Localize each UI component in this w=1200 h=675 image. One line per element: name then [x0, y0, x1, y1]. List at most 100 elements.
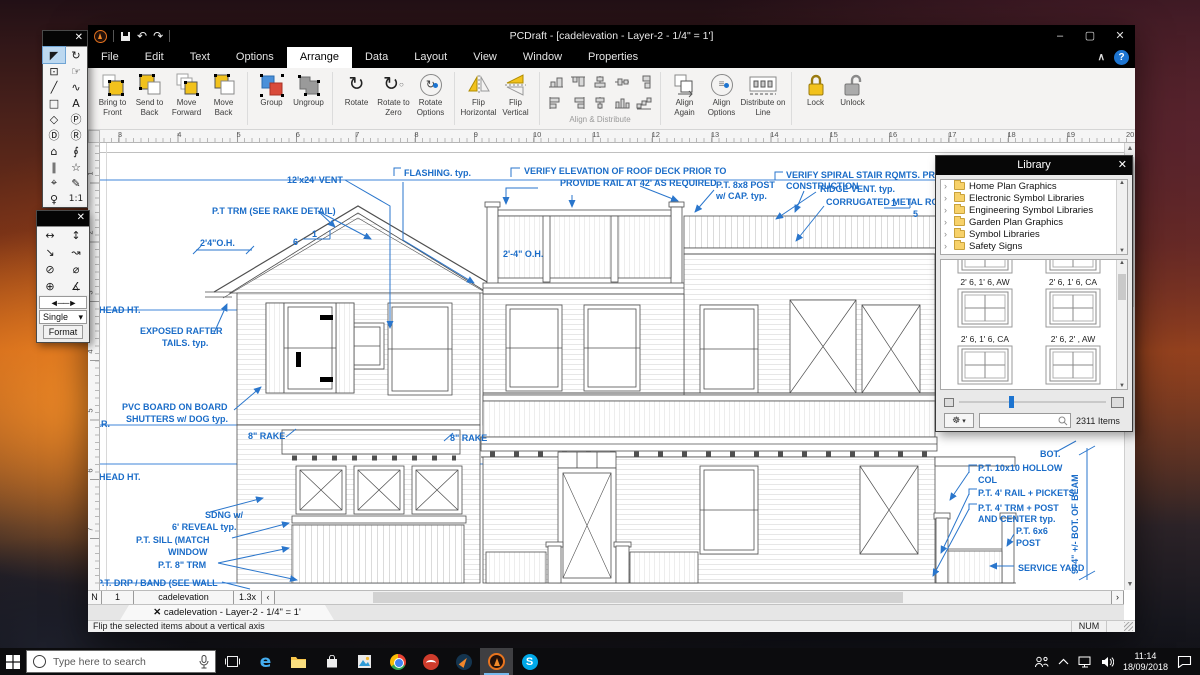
align-center-column-icon[interactable] [589, 92, 611, 113]
large-thumbnails-icon[interactable] [1111, 396, 1124, 408]
photos-app-icon[interactable] [348, 648, 381, 675]
people-icon[interactable] [1034, 656, 1049, 668]
menu-text[interactable]: Text [177, 47, 223, 68]
chevron-right-icon[interactable]: › [944, 229, 950, 239]
library-title-bar[interactable]: Library ✕ [936, 156, 1132, 175]
menu-view[interactable]: View [460, 47, 510, 68]
network-icon[interactable] [1078, 656, 1092, 668]
menu-arrange[interactable]: Arrange [286, 47, 352, 68]
line-tool-icon[interactable]: ╱ [43, 79, 65, 95]
bring-to-front-button[interactable]: Bring to Front [94, 71, 131, 129]
center-dimension-tool-icon[interactable]: ⊕ [37, 278, 63, 295]
store-icon[interactable] [315, 648, 348, 675]
rotate-to-zero-button[interactable]: ↻ ○ Rotate to Zero [375, 71, 412, 129]
thumb-scroll-thumb[interactable] [1118, 274, 1126, 300]
palette-title-bar[interactable]: ✕ [37, 211, 89, 226]
align-center-vertical-icon[interactable] [589, 71, 611, 92]
pane-n-button[interactable]: N [88, 591, 102, 604]
menu-layout[interactable]: Layout [401, 47, 460, 68]
maps-app-icon[interactable] [447, 648, 480, 675]
app-icon-red[interactable] [414, 648, 447, 675]
scroll-down-icon[interactable]: ▼ [1117, 383, 1127, 389]
irregular-polygon-tool-icon[interactable]: ⌂ [43, 143, 65, 159]
close-button[interactable]: ✕ [1105, 25, 1135, 47]
parallel-polygon-tool-icon[interactable]: Ⓟ [65, 111, 87, 127]
library-thumbnail[interactable]: 2' 6, 1' 6, CA [957, 288, 1013, 345]
save-icon[interactable] [120, 31, 131, 42]
scroll-right-icon[interactable]: › [1111, 591, 1124, 604]
menu-options[interactable]: Options [223, 47, 287, 68]
align-stack-icon[interactable] [633, 71, 655, 92]
dimension-line-tool[interactable]: ◄──► [39, 296, 87, 309]
center-mark-tool-icon[interactable]: ⌖ [43, 175, 65, 191]
align-again-button[interactable]: Align Again [666, 71, 703, 129]
menu-properties[interactable]: Properties [575, 47, 651, 68]
align-top-icon[interactable] [567, 71, 589, 92]
lock-button[interactable]: Lock [797, 71, 834, 129]
chevron-right-icon[interactable]: › [944, 193, 950, 203]
library-search-input[interactable] [979, 413, 1071, 428]
sheet-tab[interactable]: ✕ cadelevation - Layer-2 - 1/4" = 1' [120, 605, 334, 620]
file-explorer-icon[interactable] [282, 648, 315, 675]
horizontal-dimension-tool-icon[interactable]: ↔ [37, 227, 63, 244]
chevron-right-icon[interactable]: › [944, 181, 950, 191]
plumb-tool-icon[interactable]: ♀ [43, 191, 65, 207]
eyedropper-tool-icon[interactable]: ✎ [65, 175, 87, 191]
chevron-right-icon[interactable]: › [944, 205, 950, 215]
align-center-horizontal-icon[interactable] [611, 71, 633, 92]
scroll-left-icon[interactable]: ‹ [262, 591, 275, 604]
thumbnail-size-slider[interactable] [959, 396, 1106, 408]
rounded-rect-tool-icon[interactable]: Ⓡ [65, 127, 87, 143]
slider-thumb[interactable] [1008, 396, 1014, 408]
format-button[interactable]: Format [43, 325, 83, 339]
library-thumbnail[interactable] [1045, 345, 1101, 389]
library-folder-safety-signs[interactable]: › Safety Signs [941, 240, 1127, 252]
chrome-icon[interactable] [381, 648, 414, 675]
align-options-button[interactable]: ≡ Align Options [703, 71, 740, 129]
maximize-button[interactable]: ▢ [1075, 25, 1105, 47]
library-folder-engineering-symbol-libraries[interactable]: › Engineering Symbol Libraries [941, 204, 1127, 216]
flip-horizontal-button[interactable]: Flip Horizontal [460, 71, 497, 129]
leader-dimension-tool-icon[interactable]: ↝ [63, 244, 89, 261]
rotate-tool-icon[interactable]: ↻ [65, 47, 87, 63]
scroll-up-icon[interactable]: ▲ [1117, 180, 1127, 186]
group-button[interactable]: Group [253, 71, 290, 129]
skype-icon[interactable]: S [513, 648, 546, 675]
radius-dimension-tool-icon[interactable]: ⌀ [63, 261, 89, 278]
task-view-button[interactable] [216, 648, 249, 675]
distribute-stair-icon[interactable] [633, 92, 655, 113]
taskbar-search[interactable]: Type here to search [26, 650, 216, 673]
move-forward-button[interactable]: Move Forward [168, 71, 205, 129]
library-close-icon[interactable]: ✕ [1118, 156, 1127, 175]
diameter-dimension-tool-icon[interactable]: ⊘ [37, 261, 63, 278]
diagonal-dimension-tool-icon[interactable]: ↘ [37, 244, 63, 261]
scroll-down-icon[interactable]: ▼ [1117, 248, 1127, 254]
palette-close-icon[interactable]: ✕ [77, 212, 85, 223]
minimize-button[interactable]: – [1045, 25, 1075, 47]
select-tool-icon[interactable]: ◤ [42, 46, 66, 64]
collapse-ribbon-icon[interactable]: ∧ [1098, 52, 1105, 63]
one-to-one-tool-icon[interactable]: 1:1 [65, 191, 87, 207]
edge-icon[interactable]: e [249, 648, 282, 675]
align-left-icon[interactable] [545, 92, 567, 113]
dimension-mode-dropdown[interactable]: Single ▾ [39, 310, 87, 324]
tab-close-icon[interactable]: ✕ [153, 607, 164, 618]
library-folder-symbol-libraries[interactable]: › Symbol Libraries [941, 228, 1127, 240]
rectangle-tool-icon[interactable]: □ [43, 95, 65, 111]
library-thumbnail[interactable] [957, 345, 1013, 389]
horizontal-scrollbar[interactable] [275, 591, 1111, 604]
menu-edit[interactable]: Edit [132, 47, 177, 68]
distribute-on-line-button[interactable]: Distribute on Line [740, 71, 786, 129]
scroll-up-icon[interactable]: ▲ [1125, 143, 1135, 154]
library-thumbs-scrollbar[interactable]: ▲ ▼ [1116, 260, 1127, 389]
marquee-tool-icon[interactable]: ⊡ [43, 63, 65, 79]
horizontal-scroll-thumb[interactable] [373, 592, 903, 603]
parallel-lines-tool-icon[interactable]: ∥ [43, 159, 65, 175]
scroll-up-icon[interactable]: ▲ [1117, 260, 1127, 266]
library-options-button[interactable]: ☸ ▾ [944, 413, 974, 428]
rotate-button[interactable]: ↻ Rotate [338, 71, 375, 129]
library-thumbnail[interactable]: 2' 6, 1' 6, AW [957, 260, 1013, 288]
angle-dimension-tool-icon[interactable]: ∡ [63, 278, 89, 295]
microphone-icon[interactable] [199, 654, 209, 669]
menu-window[interactable]: Window [510, 47, 575, 68]
